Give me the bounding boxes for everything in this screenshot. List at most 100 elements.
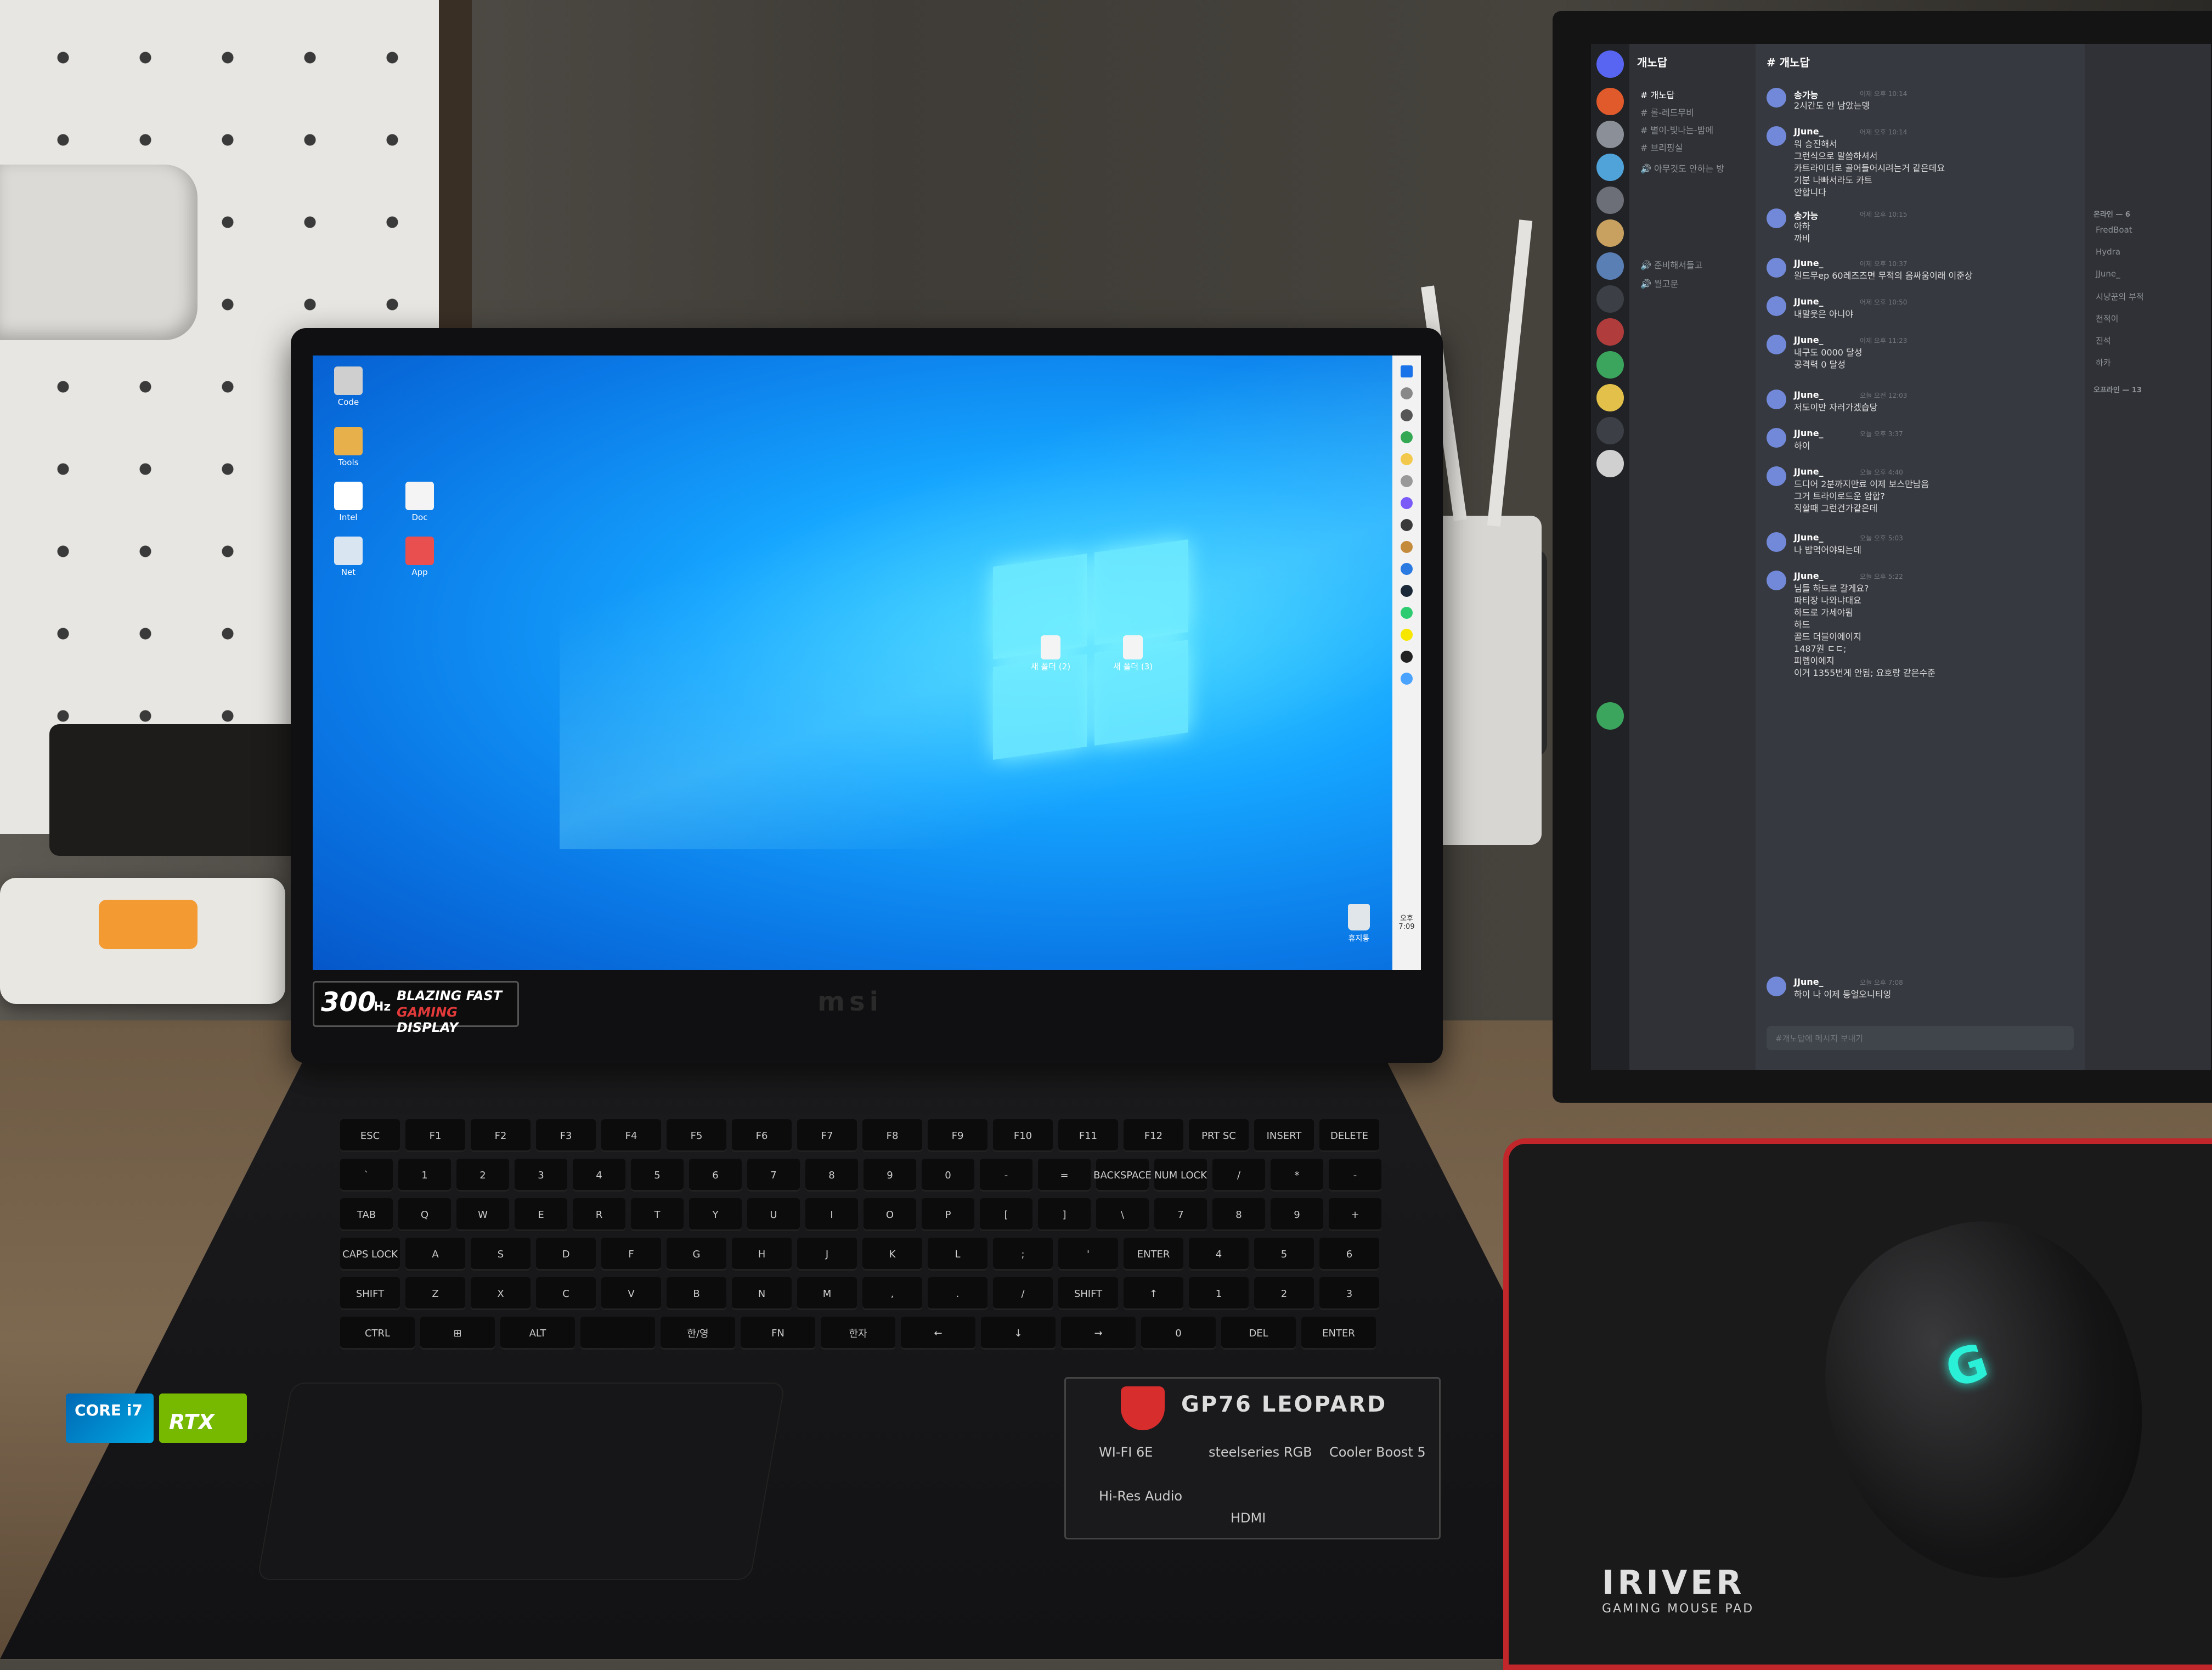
message-author[interactable]: JJune_ <box>1794 390 1824 400</box>
kakaotalk-icon[interactable] <box>1401 629 1413 641</box>
app-icon[interactable] <box>1401 541 1413 553</box>
key[interactable]: 5 <box>1254 1238 1314 1271</box>
message-author[interactable]: JJune_ <box>1794 571 1824 581</box>
avatar[interactable] <box>1767 126 1786 146</box>
key[interactable]: [ <box>980 1198 1032 1231</box>
key[interactable]: K <box>862 1238 922 1271</box>
app-icon[interactable] <box>1401 607 1413 619</box>
key[interactable]: 1 <box>398 1159 451 1192</box>
avatar[interactable] <box>1767 977 1786 996</box>
member-item[interactable]: 하카 <box>2096 357 2111 368</box>
server-icon[interactable] <box>1596 351 1624 379</box>
key[interactable]: Q <box>398 1198 451 1231</box>
key[interactable] <box>580 1317 655 1350</box>
key[interactable]: E <box>515 1198 567 1231</box>
app-icon[interactable] <box>1401 519 1413 531</box>
key[interactable]: F <box>601 1238 661 1271</box>
start-icon[interactable] <box>1401 365 1413 377</box>
key[interactable]: TAB <box>340 1198 393 1231</box>
clock[interactable]: 오후 7:09 <box>1395 912 1419 931</box>
key[interactable]: 9 <box>1271 1198 1323 1231</box>
avatar[interactable] <box>1767 571 1786 590</box>
key[interactable]: S <box>471 1238 531 1271</box>
message-author[interactable]: 송가능 <box>1794 208 1818 222</box>
key[interactable]: 8 <box>805 1159 858 1192</box>
key[interactable]: U <box>747 1198 800 1231</box>
key[interactable]: F3 <box>536 1119 596 1152</box>
add-server-icon[interactable] <box>1596 702 1624 730</box>
avatar[interactable] <box>1767 208 1786 228</box>
key[interactable]: , <box>862 1277 922 1310</box>
key[interactable]: ] <box>1038 1198 1091 1231</box>
member-item[interactable]: 천적이 <box>2096 313 2118 324</box>
key[interactable]: F7 <box>797 1119 857 1152</box>
key[interactable]: B <box>667 1277 726 1310</box>
key[interactable]: M <box>797 1277 857 1310</box>
message-author[interactable]: JJune_ <box>1794 466 1824 477</box>
key[interactable]: D <box>536 1238 596 1271</box>
key[interactable]: ENTER <box>1124 1238 1183 1271</box>
key[interactable]: 9 <box>864 1159 916 1192</box>
key[interactable]: 8 <box>1212 1198 1265 1231</box>
desktop-icon[interactable]: Doc <box>395 482 444 522</box>
key[interactable]: Z <box>405 1277 465 1310</box>
message-author[interactable]: JJune_ <box>1794 977 1824 987</box>
key[interactable]: PRT SC <box>1189 1119 1249 1152</box>
key[interactable]: ESC <box>340 1119 400 1152</box>
key[interactable]: 한자 <box>821 1317 895 1350</box>
server-icon[interactable] <box>1596 450 1624 477</box>
touchpad[interactable] <box>257 1383 786 1580</box>
key[interactable]: → <box>1061 1317 1136 1350</box>
avatar[interactable] <box>1767 532 1786 552</box>
app-icon[interactable] <box>1401 651 1413 663</box>
app-icon[interactable] <box>1401 475 1413 487</box>
key[interactable]: 7 <box>747 1159 800 1192</box>
message-author[interactable]: JJune_ <box>1794 296 1824 307</box>
key[interactable]: G <box>667 1238 726 1271</box>
avatar[interactable] <box>1767 258 1786 278</box>
key[interactable]: A <box>405 1238 465 1271</box>
key[interactable]: F6 <box>732 1119 792 1152</box>
voice-channel-item[interactable]: 🔊 월고문 <box>1640 277 1678 290</box>
key[interactable]: 4 <box>573 1159 625 1192</box>
message-author[interactable]: 송가능 <box>1794 88 1818 101</box>
server-icon[interactable] <box>1596 187 1624 214</box>
key[interactable]: F10 <box>993 1119 1053 1152</box>
avatar[interactable] <box>1767 390 1786 409</box>
app-icon[interactable] <box>1401 497 1413 509</box>
voice-channel-item[interactable]: 🔊 아무것도 안하는 방 <box>1640 161 1724 174</box>
key[interactable]: \ <box>1096 1198 1149 1231</box>
key[interactable]: - <box>980 1159 1032 1192</box>
key[interactable]: ↓ <box>981 1317 1056 1350</box>
key[interactable]: W <box>456 1198 509 1231</box>
key[interactable]: F11 <box>1058 1119 1118 1152</box>
key[interactable]: / <box>1212 1159 1265 1192</box>
server-name[interactable]: 개노답 <box>1637 54 1667 70</box>
key[interactable]: ↑ <box>1124 1277 1183 1310</box>
steam-icon[interactable] <box>1401 585 1413 597</box>
key[interactable]: 6 <box>689 1159 742 1192</box>
key[interactable]: F12 <box>1124 1119 1183 1152</box>
key[interactable]: X <box>471 1277 531 1310</box>
key[interactable]: * <box>1271 1159 1323 1192</box>
key[interactable]: V <box>601 1277 661 1310</box>
key[interactable]: / <box>993 1277 1053 1310</box>
avatar[interactable] <box>1767 88 1786 108</box>
message-author[interactable]: JJune_ <box>1794 428 1824 438</box>
key[interactable]: + <box>1329 1198 1381 1231</box>
message-author[interactable]: JJune_ <box>1794 258 1824 268</box>
key[interactable]: F9 <box>928 1119 988 1152</box>
key[interactable]: 4 <box>1189 1238 1249 1271</box>
key[interactable]: P <box>922 1198 974 1231</box>
key[interactable]: Y <box>689 1198 742 1231</box>
key[interactable]: F4 <box>601 1119 661 1152</box>
channel-item[interactable]: # 롤-레드무비 <box>1640 105 1694 119</box>
server-icon[interactable] <box>1596 154 1624 181</box>
avatar[interactable] <box>1767 296 1786 316</box>
key[interactable]: CAPS LOCK <box>340 1238 400 1271</box>
desktop-icon[interactable]: Tools <box>324 427 373 467</box>
server-icon[interactable] <box>1596 121 1624 148</box>
message-author[interactable]: JJune_ <box>1794 126 1824 137</box>
desktop-icon[interactable]: App <box>395 537 444 577</box>
server-icon[interactable] <box>1596 417 1624 444</box>
